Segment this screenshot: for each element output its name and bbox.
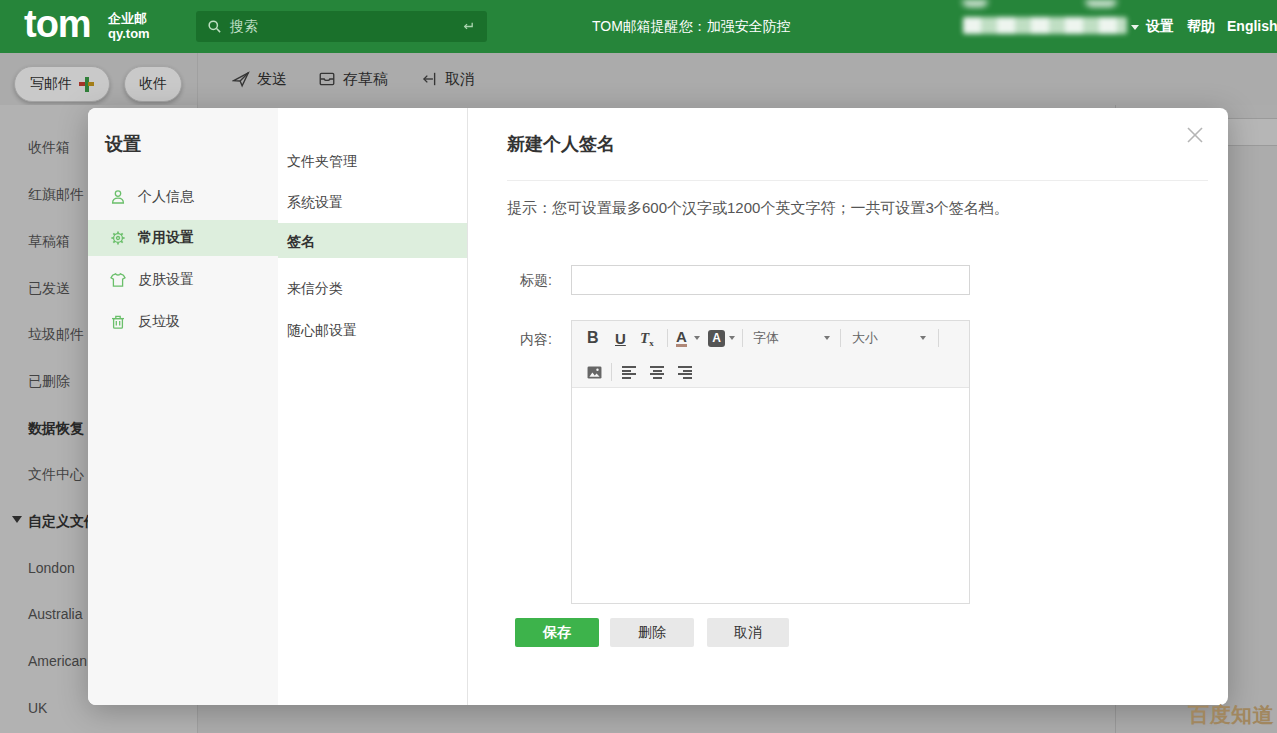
font-color-button[interactable]: A [676,329,687,347]
close-icon[interactable] [1184,124,1206,146]
subnav-label: 系统设置 [287,194,343,210]
subnav-mail-settings[interactable]: 随心邮设置 [278,316,467,344]
bold-button[interactable]: B [587,321,599,355]
subnav-system-settings[interactable]: 系统设置 [278,188,467,216]
editor-content-area[interactable] [572,389,969,603]
settings-nav-general[interactable]: 常用设置 [88,220,278,256]
cancel-button[interactable]: 取消 [707,618,789,647]
shirt-icon [110,272,126,288]
clear-format-button[interactable]: Tx [640,321,654,355]
settings-title: 设置 [105,132,141,156]
panel-title: 新建个人签名 [507,132,615,156]
insert-image-button[interactable] [587,355,602,389]
delete-button[interactable]: 删除 [610,618,694,647]
header-notice: TOM邮箱提醒您：加强安全防控 [592,0,791,53]
header-settings-link[interactable]: 设置 [1146,0,1174,53]
subnav-signature[interactable]: 签名 [278,223,467,258]
font-size-select[interactable]: 大小 [852,321,878,355]
user-icon [110,189,126,205]
font-size-arrow[interactable] [920,321,926,355]
align-right-button[interactable] [678,355,692,389]
search-icon [207,19,222,34]
brand-line1: 企业邮 [108,11,150,26]
search-box[interactable]: 搜索 [196,11,487,42]
underline-button[interactable]: U [615,321,626,355]
settings-nav-skin[interactable]: 皮肤设置 [88,262,278,298]
settings-nav-label: 皮肤设置 [138,271,194,289]
subnav-label: 来信分类 [287,280,343,296]
save-button[interactable]: 保存 [515,618,599,647]
search-placeholder: 搜索 [230,18,258,36]
signature-title-input[interactable] [571,265,970,295]
blurred-account-email [963,17,1127,34]
brand-line2: qy.tom [108,26,150,41]
signature-editor: B U Tx A A 字体 大小 [571,320,970,604]
editor-toolbar: B U Tx A A 字体 大小 [572,321,969,388]
align-center-button[interactable] [650,355,664,389]
tom-logo: tom [24,3,91,46]
blur-smudge [1085,0,1117,7]
settings-nav-label: 反垃圾 [138,313,180,331]
account-chevron-down-icon[interactable] [1131,25,1139,30]
panel-hint: 提示：您可设置最多600个汉字或1200个英文字符；一共可设置3个签名档。 [507,199,1009,218]
settings-nav-label: 个人信息 [138,188,194,206]
settings-nav-antispam[interactable]: 反垃圾 [88,304,278,340]
blur-smudge [962,0,988,7]
bg-color-button[interactable]: A [708,321,725,355]
enter-icon [460,19,475,34]
baidu-zhidao-watermark: 百度知道 [1188,701,1274,729]
subnav-folder-management[interactable]: 文件夹管理 [278,147,467,175]
trash-icon [110,314,126,330]
settings-nav-personal-info[interactable]: 个人信息 [88,179,278,215]
font-color-arrow[interactable] [694,321,700,355]
subnav-label: 签名 [287,233,315,249]
header-language-link[interactable]: English [1227,0,1277,53]
font-family-arrow[interactable] [824,321,830,355]
brand-lines: 企业邮 qy.tom [108,11,150,41]
header-help-link[interactable]: 帮助 [1187,0,1215,53]
panel-divider [507,180,1208,181]
align-left-button[interactable] [622,355,636,389]
title-label: 标题: [520,272,552,290]
subnav-divider [467,108,468,705]
subnav-label: 随心邮设置 [287,322,357,338]
top-header: tom 企业邮 qy.tom 搜索 TOM邮箱提醒您：加强安全防控 设置 帮助 … [0,0,1277,53]
gear-icon [110,230,126,246]
settings-modal: 设置 个人信息 常用设置 皮肤设置 反垃圾 文件夹管理 系统设置 签名 来信分类… [88,108,1228,705]
settings-nav-label: 常用设置 [138,229,194,247]
content-label: 内容: [520,331,552,349]
bg-color-arrow[interactable] [729,321,735,355]
subnav-label: 文件夹管理 [287,153,357,169]
font-family-select[interactable]: 字体 [753,321,779,355]
subnav-incoming-classification[interactable]: 来信分类 [278,274,467,302]
